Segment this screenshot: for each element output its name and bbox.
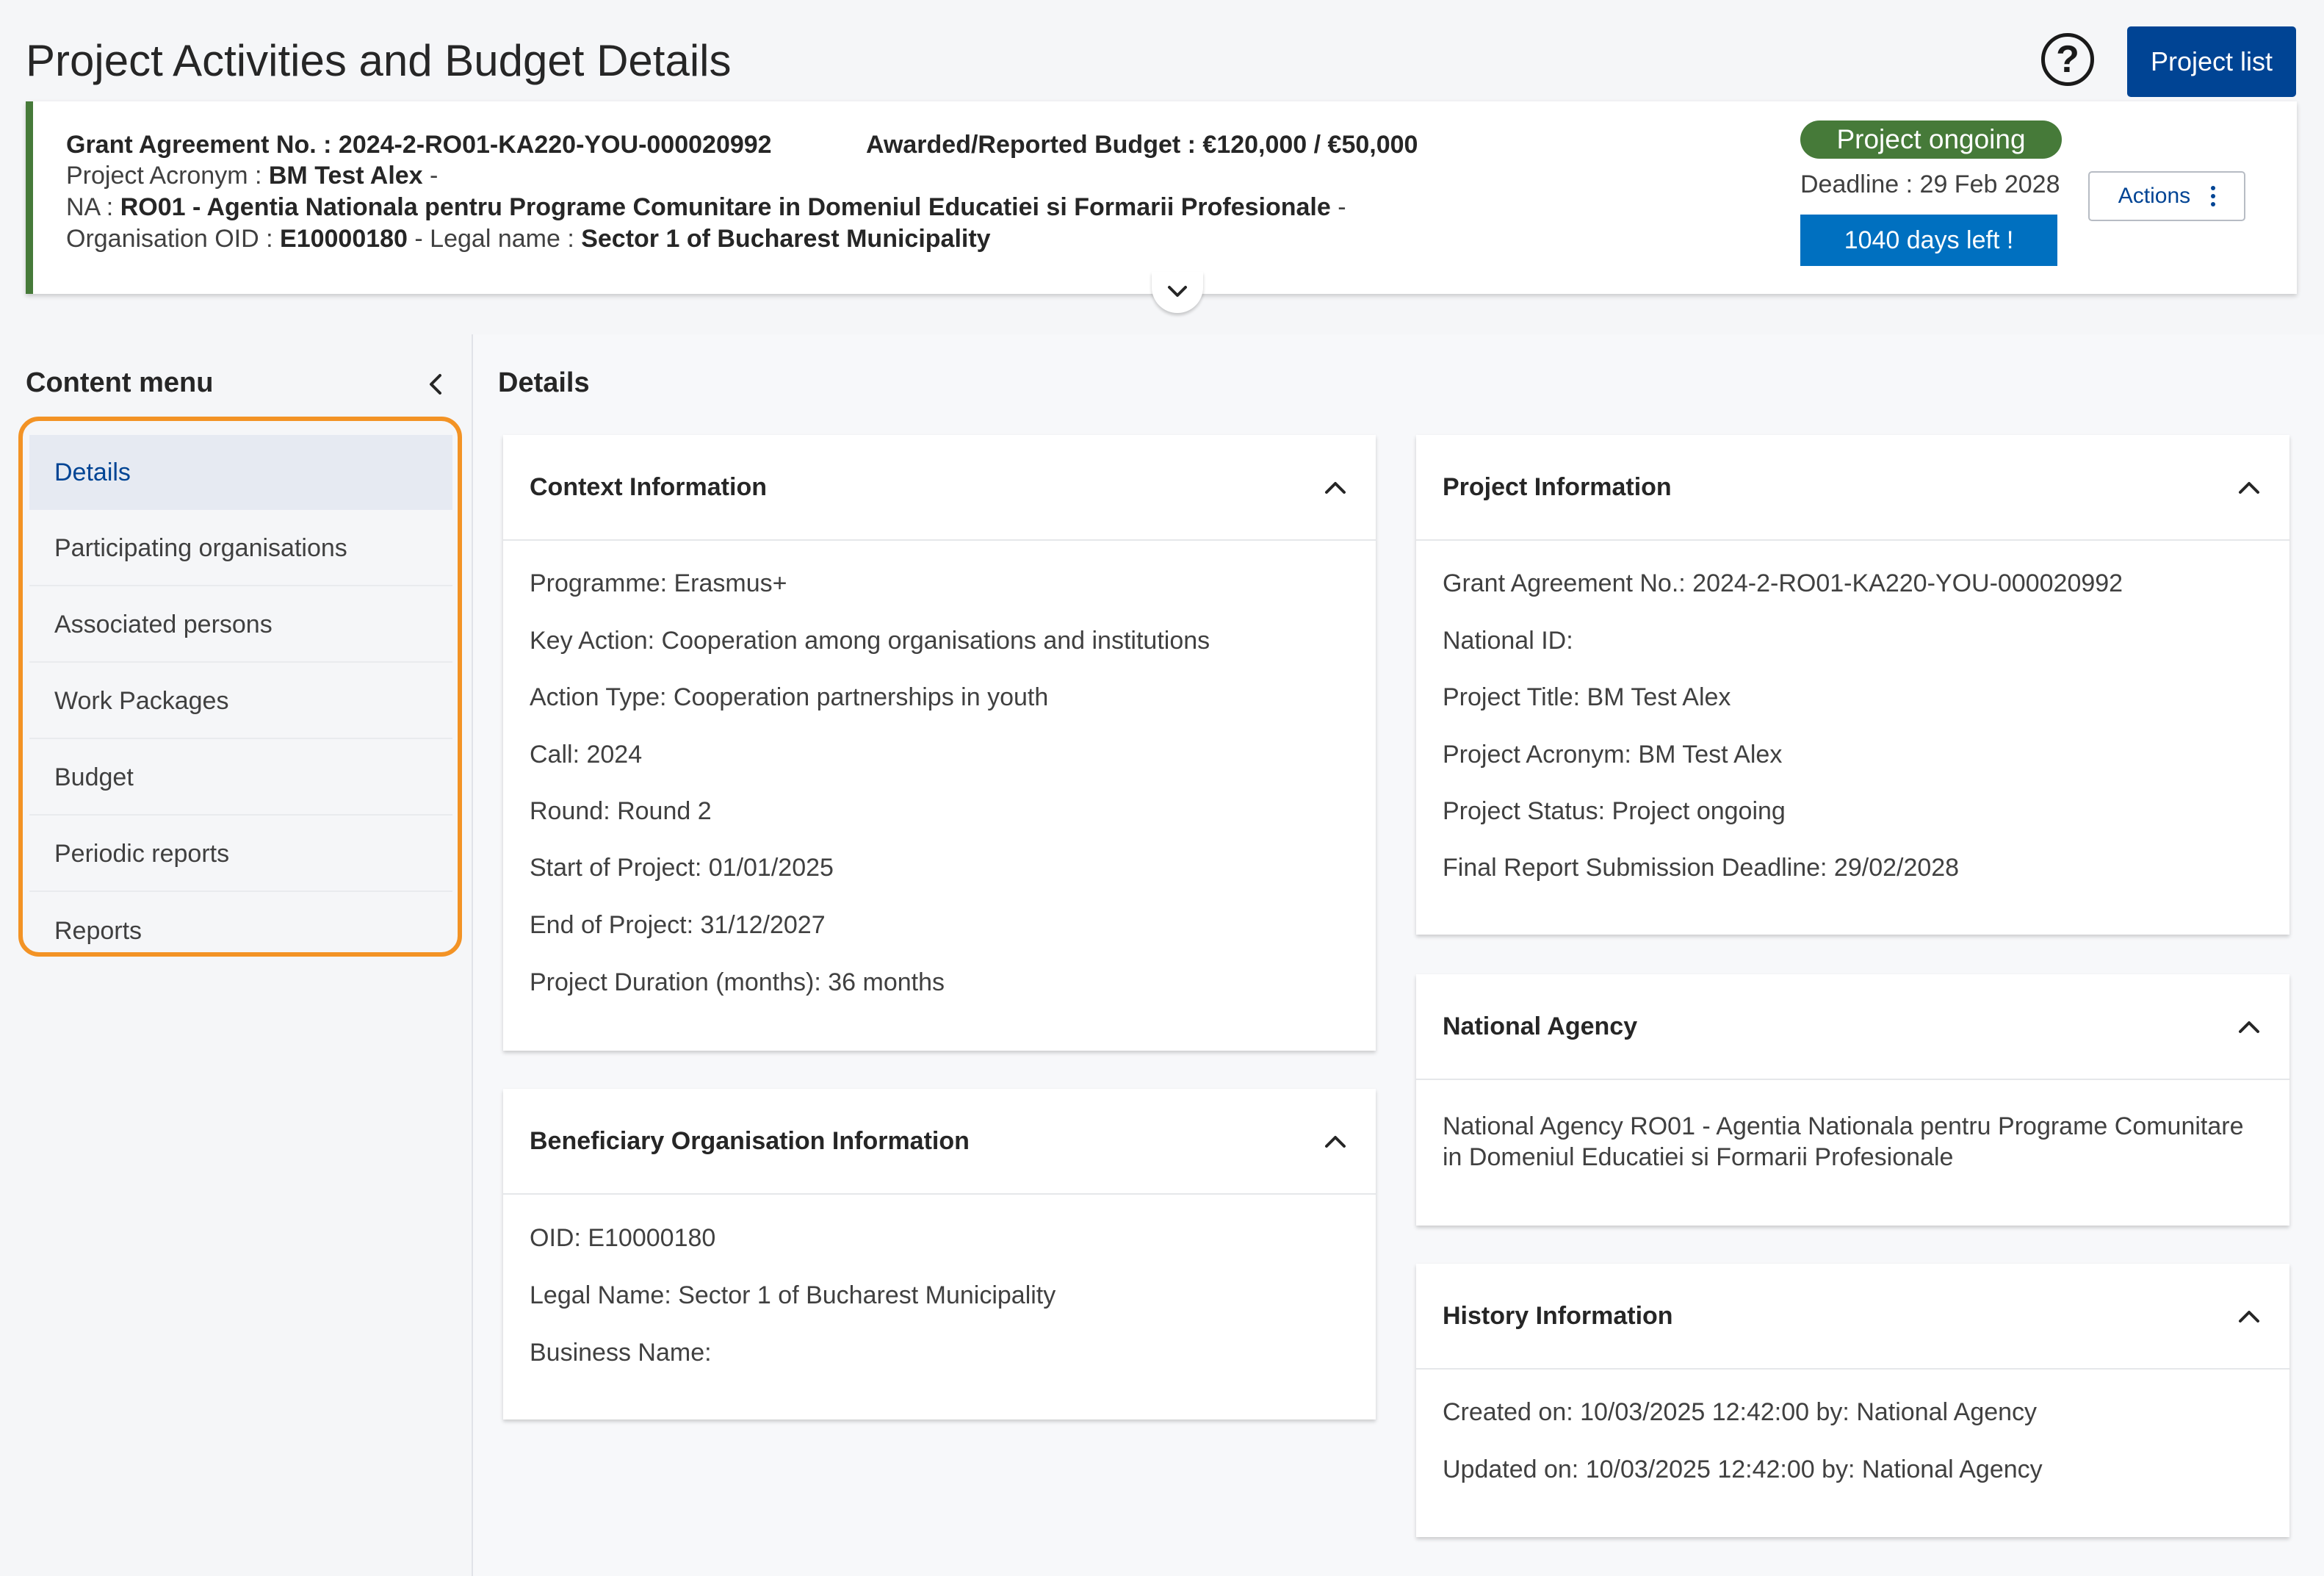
field-round: Round: Round 2 (530, 797, 712, 825)
na-label: NA : (66, 193, 120, 221)
budget-value: €120,000 / €50,000 (1202, 131, 1418, 159)
oid-label: Organisation OID : (66, 225, 281, 253)
chevron-up-icon[interactable] (1323, 479, 1348, 495)
field-start-of-project: Start of Project: 01/01/2025 (530, 854, 834, 882)
content-menu-title: Content menu (26, 367, 214, 398)
project-list-button[interactable]: Project list (2127, 26, 2296, 97)
acronym-line: Project Acronym : BM Test Alex - (66, 162, 438, 190)
field-legal-name: Legal Name: Sector 1 of Bucharest Munici… (530, 1281, 1056, 1309)
national-agency-text: National Agency RO01 - Agentia Nationala… (1443, 1112, 2244, 1171)
field-end-of-project: End of Project: 31/12/2027 (530, 911, 826, 939)
acronym-suffix: - (422, 162, 439, 190)
card-title: History Information (1443, 1301, 1673, 1330)
field-action-type: Action Type: Cooperation partnerships in… (530, 683, 1049, 711)
actions-button[interactable]: Actions (2088, 171, 2245, 221)
acronym-label: Project Acronym : (66, 162, 269, 190)
project-information-card: Project Information Grant Agreement No.:… (1416, 435, 2289, 935)
field-call: Call: 2024 (530, 741, 643, 769)
oid-value: E10000180 (280, 225, 408, 253)
context-information-header[interactable]: Context Information (503, 435, 1376, 541)
chevron-left-icon (430, 374, 441, 395)
na-line: NA : RO01 - Agentia Nationala pentru Pro… (66, 193, 1346, 222)
na-value: RO01 - Agentia Nationala pentru Programe… (120, 193, 1331, 221)
card-title: Context Information (530, 472, 767, 501)
grant-value: 2024-2-RO01-KA220-YOU-000020992 (338, 131, 772, 159)
deadline-text: Deadline : 29 Feb 2028 (1800, 170, 2060, 198)
chevron-down-icon (1168, 286, 1187, 297)
field-project-status: Project Status: Project ongoing (1443, 797, 1786, 825)
card-title: Beneficiary Organisation Information (530, 1126, 970, 1155)
national-agency-header[interactable]: National Agency (1416, 974, 2289, 1080)
budget-line: Awarded/Reported Budget : €120,000 / €50… (866, 131, 1418, 159)
acronym-value: BM Test Alex (268, 162, 423, 190)
grant-agreement-line: Grant Agreement No. : 2024-2-RO01-KA220-… (66, 131, 772, 159)
history-information-header[interactable]: History Information (1416, 1264, 2289, 1370)
history-information-card: History Information Created on: 10/03/20… (1416, 1264, 2289, 1537)
grant-label: Grant Agreement No. : (66, 131, 339, 159)
card-title: Project Information (1443, 472, 1672, 501)
field-updated-on: Updated on: 10/03/2025 12:42:00 by: Nati… (1443, 1456, 2043, 1483)
card-title: National Agency (1443, 1012, 1638, 1040)
field-created-on: Created on: 10/03/2025 12:42:00 by: Nati… (1443, 1398, 2038, 1426)
collapse-menu-button[interactable] (423, 370, 448, 399)
page-title: Project Activities and Budget Details (26, 36, 732, 85)
project-information-header[interactable]: Project Information (1416, 435, 2289, 541)
field-grant-agreement: Grant Agreement No.: 2024-2-RO01-KA220-Y… (1443, 569, 2123, 597)
beneficiary-organisation-card: Beneficiary Organisation Information OID… (503, 1089, 1376, 1420)
chevron-up-icon[interactable] (2237, 1018, 2262, 1035)
field-business-name: Business Name: (530, 1339, 712, 1367)
actions-label: Actions (2118, 184, 2191, 208)
budget-label: Awarded/Reported Budget : (866, 131, 1203, 159)
chevron-up-icon[interactable] (2237, 479, 2262, 495)
organisation-line: Organisation OID : E10000180 - Legal nam… (66, 225, 991, 253)
chevron-up-icon[interactable] (1323, 1133, 1348, 1149)
status-badge: Project ongoing (1800, 120, 2062, 159)
legal-label: - Legal name : (407, 225, 582, 253)
field-project-acronym: Project Acronym: BM Test Alex (1443, 741, 1783, 769)
menu-highlight-box (18, 417, 462, 957)
field-national-id: National ID: (1443, 627, 1573, 655)
field-project-title: Project Title: BM Test Alex (1443, 683, 1731, 711)
chevron-up-icon[interactable] (2237, 1308, 2262, 1324)
national-agency-card: National Agency National Agency RO01 - A… (1416, 974, 2289, 1226)
legal-value: Sector 1 of Bucharest Municipality (581, 225, 991, 253)
expand-summary-button[interactable] (1152, 272, 1203, 313)
field-project-duration: Project Duration (months): 36 months (530, 968, 945, 996)
field-key-action: Key Action: Cooperation among organisati… (530, 627, 1210, 655)
na-suffix: - (1330, 193, 1346, 221)
beneficiary-organisation-header[interactable]: Beneficiary Organisation Information (503, 1089, 1376, 1195)
details-title: Details (498, 367, 590, 398)
help-icon[interactable]: ? (2041, 33, 2094, 86)
context-information-card: Context Information Programme: Erasmus+ … (503, 435, 1376, 1051)
field-final-report-deadline: Final Report Submission Deadline: 29/02/… (1443, 854, 1960, 882)
kebab-menu-icon (2211, 186, 2216, 206)
field-oid: OID: E10000180 (530, 1224, 716, 1252)
field-programme: Programme: Erasmus+ (530, 569, 787, 597)
days-left-badge: 1040 days left ! (1800, 215, 2057, 266)
